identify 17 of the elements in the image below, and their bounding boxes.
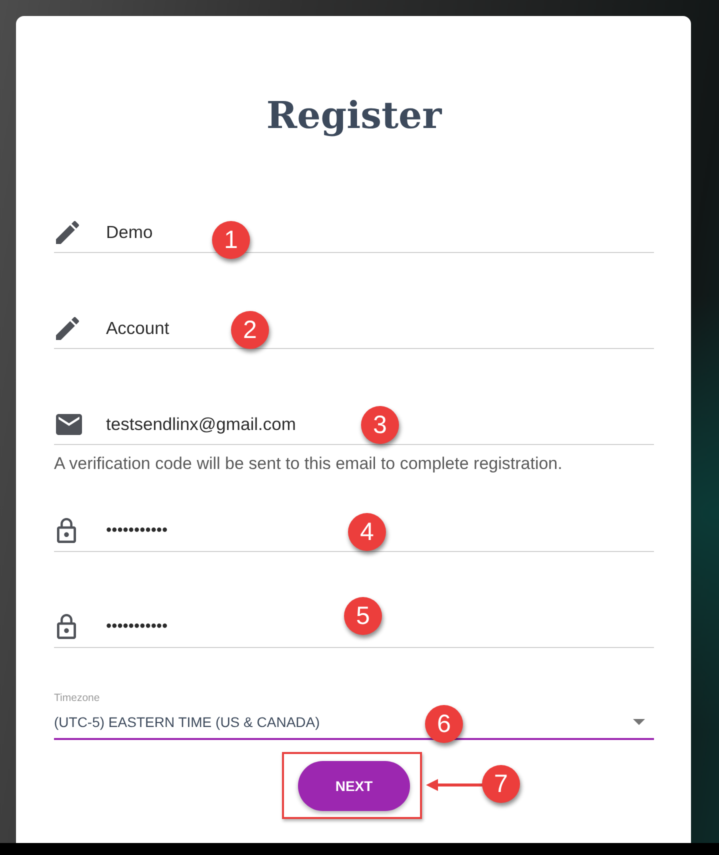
envelope-icon <box>56 414 82 435</box>
dropdown-caret-icon <box>633 718 645 724</box>
pencil-icon <box>56 317 79 340</box>
step-marker: 6 <box>425 705 463 743</box>
step-marker: 3 <box>361 406 399 444</box>
page-title: Register <box>266 92 442 138</box>
next-button[interactable]: NEXT <box>298 760 410 810</box>
lock-icon <box>57 518 76 543</box>
step-marker: 7 <box>482 765 520 803</box>
pencil-icon <box>56 221 79 244</box>
lock-icon <box>57 614 76 639</box>
step-marker: 1 <box>212 221 250 259</box>
callout-arrow <box>426 779 484 791</box>
step-marker: 5 <box>344 597 382 635</box>
helper-text: A verification code will be sent to this email to complete registration. <box>54 454 562 474</box>
step-marker: 4 <box>348 513 386 551</box>
step-marker: 2 <box>231 311 269 349</box>
